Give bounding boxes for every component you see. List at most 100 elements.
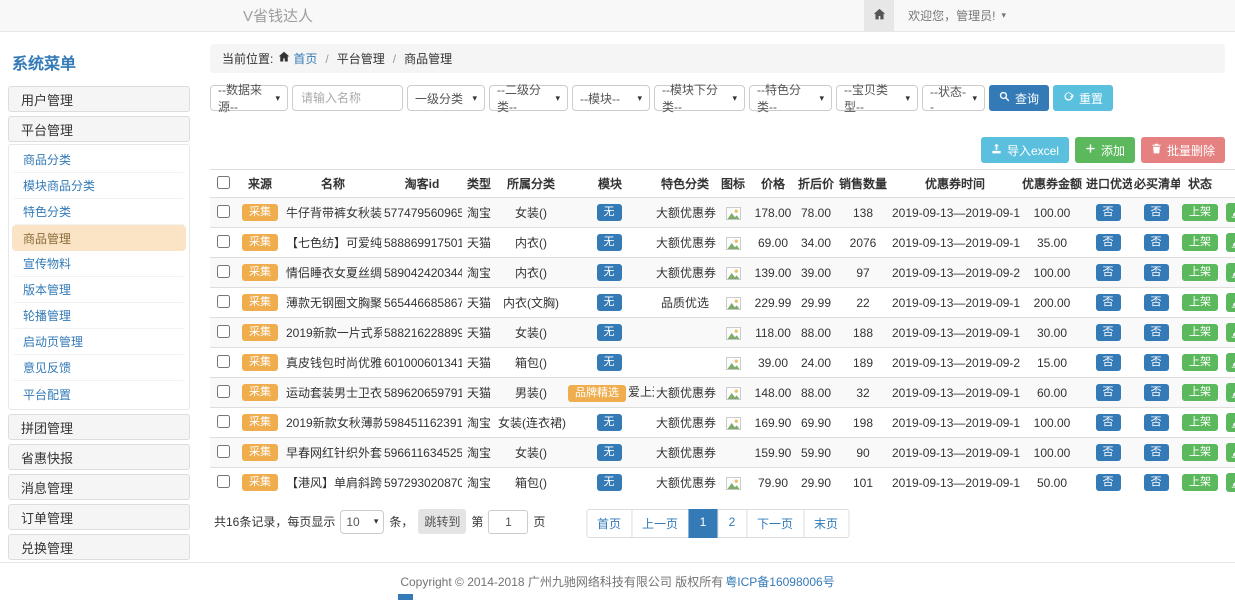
module-badge[interactable]: 无 <box>597 354 622 371</box>
status-badge[interactable]: 上架 <box>1182 384 1218 401</box>
module-badge[interactable]: 无 <box>597 474 622 491</box>
name-search-input[interactable] <box>292 85 403 111</box>
page-button[interactable]: 1 <box>688 509 718 538</box>
import-optimal-toggle[interactable]: 否 <box>1096 204 1121 221</box>
row-checkbox[interactable] <box>217 325 230 338</box>
filter-select-module-sub[interactable]: --模块下分类--▾ <box>654 85 745 111</box>
status-badge[interactable]: 上架 <box>1182 474 1218 491</box>
page-button[interactable]: 上一页 <box>631 509 689 538</box>
edit-button[interactable] <box>1226 323 1235 342</box>
breadcrumb-home-link[interactable]: 首页 <box>293 50 317 67</box>
must-buy-toggle[interactable]: 否 <box>1144 294 1169 311</box>
sidebar-subitem[interactable]: 宣传物料 <box>12 251 186 277</box>
jump-button[interactable]: 跳转到 <box>418 509 466 534</box>
row-checkbox[interactable] <box>217 265 230 278</box>
import-optimal-toggle[interactable]: 否 <box>1096 354 1121 371</box>
must-buy-toggle[interactable]: 否 <box>1144 234 1169 251</box>
edit-button[interactable] <box>1226 353 1235 372</box>
filter-select-feature[interactable]: --特色分类--▾ <box>749 85 832 111</box>
filter-select-item-type[interactable]: --宝贝类型--▾ <box>836 85 918 111</box>
import-excel-button[interactable]: 导入excel <box>981 137 1069 163</box>
jump-page-input[interactable] <box>488 510 528 534</box>
import-optimal-toggle[interactable]: 否 <box>1096 264 1121 281</box>
sidebar-subitem[interactable]: 平台配置 <box>12 381 186 407</box>
must-buy-toggle[interactable]: 否 <box>1144 444 1169 461</box>
sidebar-subitem[interactable]: 启动页管理 <box>12 329 186 355</box>
sidebar-section[interactable]: 兑换管理 <box>8 534 190 560</box>
add-button[interactable]: 添加 <box>1075 137 1135 163</box>
sidebar-section[interactable]: 省惠快报 <box>8 444 190 470</box>
sidebar-subitem[interactable]: 轮播管理 <box>12 303 186 329</box>
edit-button[interactable] <box>1226 383 1235 402</box>
must-buy-toggle[interactable]: 否 <box>1144 414 1169 431</box>
import-optimal-toggle[interactable]: 否 <box>1096 444 1121 461</box>
page-button[interactable]: 首页 <box>586 509 632 538</box>
edit-button[interactable] <box>1226 443 1235 462</box>
import-optimal-toggle[interactable]: 否 <box>1096 384 1121 401</box>
edit-button[interactable] <box>1226 293 1235 312</box>
sidebar-subitem[interactable]: 商品分类 <box>12 147 186 173</box>
row-checkbox[interactable] <box>217 475 230 488</box>
edit-button[interactable] <box>1226 473 1235 492</box>
status-badge[interactable]: 上架 <box>1182 264 1218 281</box>
user-menu[interactable]: 欢迎您，管理员! ▾ <box>894 7 1020 24</box>
module-badge[interactable]: 无 <box>597 234 622 251</box>
row-checkbox[interactable] <box>217 205 230 218</box>
row-checkbox[interactable] <box>217 445 230 458</box>
import-optimal-toggle[interactable]: 否 <box>1096 294 1121 311</box>
sidebar-subitem[interactable]: 特色分类 <box>12 199 186 225</box>
row-checkbox[interactable] <box>217 295 230 308</box>
sidebar-section[interactable]: 消息管理 <box>8 474 190 500</box>
module-badge[interactable]: 无 <box>597 444 622 461</box>
row-checkbox[interactable] <box>217 235 230 248</box>
sidebar-subitem[interactable]: 模块商品分类 <box>12 173 186 199</box>
home-button[interactable] <box>864 0 894 32</box>
page-size-select[interactable]: 10 ▾ <box>340 510 384 534</box>
import-optimal-toggle[interactable]: 否 <box>1096 474 1121 491</box>
status-badge[interactable]: 上架 <box>1182 414 1218 431</box>
module-badge[interactable]: 无 <box>597 324 622 341</box>
reset-button[interactable]: 重置 <box>1053 85 1113 111</box>
page-button[interactable]: 2 <box>717 509 747 538</box>
edit-button[interactable] <box>1226 413 1235 432</box>
row-checkbox[interactable] <box>217 415 230 428</box>
search-button[interactable]: 查询 <box>989 85 1049 111</box>
filter-select-status[interactable]: --状态--▾ <box>922 85 985 111</box>
import-optimal-toggle[interactable]: 否 <box>1096 234 1121 251</box>
filter-select-level1[interactable]: 一级分类▾ <box>407 85 485 111</box>
filter-select-module[interactable]: --模块--▾ <box>572 85 650 111</box>
sidebar-section[interactable]: 订单管理 <box>8 504 190 530</box>
select-all-checkbox[interactable] <box>217 176 230 189</box>
page-button[interactable]: 末页 <box>803 509 849 538</box>
sidebar-section[interactable]: 用户管理 <box>8 86 190 112</box>
must-buy-toggle[interactable]: 否 <box>1144 474 1169 491</box>
import-optimal-toggle[interactable]: 否 <box>1096 324 1121 341</box>
import-optimal-toggle[interactable]: 否 <box>1096 414 1121 431</box>
filter-select-data-source[interactable]: --数据来源--▾ <box>210 85 288 111</box>
must-buy-toggle[interactable]: 否 <box>1144 384 1169 401</box>
batch-delete-button[interactable]: 批量删除 <box>1141 137 1225 163</box>
module-badge[interactable]: 无 <box>597 264 622 281</box>
sidebar-section[interactable]: 拼团管理 <box>8 414 190 440</box>
status-badge[interactable]: 上架 <box>1182 324 1218 341</box>
row-checkbox[interactable] <box>217 385 230 398</box>
filter-select-level2[interactable]: --二级分类--▾ <box>489 85 568 111</box>
sidebar-subitem[interactable]: 意见反馈 <box>12 355 186 381</box>
status-badge[interactable]: 上架 <box>1182 294 1218 311</box>
status-badge[interactable]: 上架 <box>1182 354 1218 371</box>
sidebar-subitem[interactable]: 版本管理 <box>12 277 186 303</box>
module-badge[interactable]: 无 <box>597 294 622 311</box>
edit-button[interactable] <box>1226 263 1235 282</box>
must-buy-toggle[interactable]: 否 <box>1144 264 1169 281</box>
must-buy-toggle[interactable]: 否 <box>1144 204 1169 221</box>
sidebar-section[interactable]: 平台管理 <box>8 116 190 142</box>
module-badge[interactable]: 无 <box>597 414 622 431</box>
status-badge[interactable]: 上架 <box>1182 204 1218 221</box>
edit-button[interactable] <box>1226 233 1235 252</box>
must-buy-toggle[interactable]: 否 <box>1144 354 1169 371</box>
page-button[interactable]: 下一页 <box>746 509 804 538</box>
status-badge[interactable]: 上架 <box>1182 234 1218 251</box>
row-checkbox[interactable] <box>217 355 230 368</box>
icp-link[interactable]: 粤ICP备16098006号 <box>725 573 834 590</box>
module-badge[interactable]: 无 <box>597 204 622 221</box>
